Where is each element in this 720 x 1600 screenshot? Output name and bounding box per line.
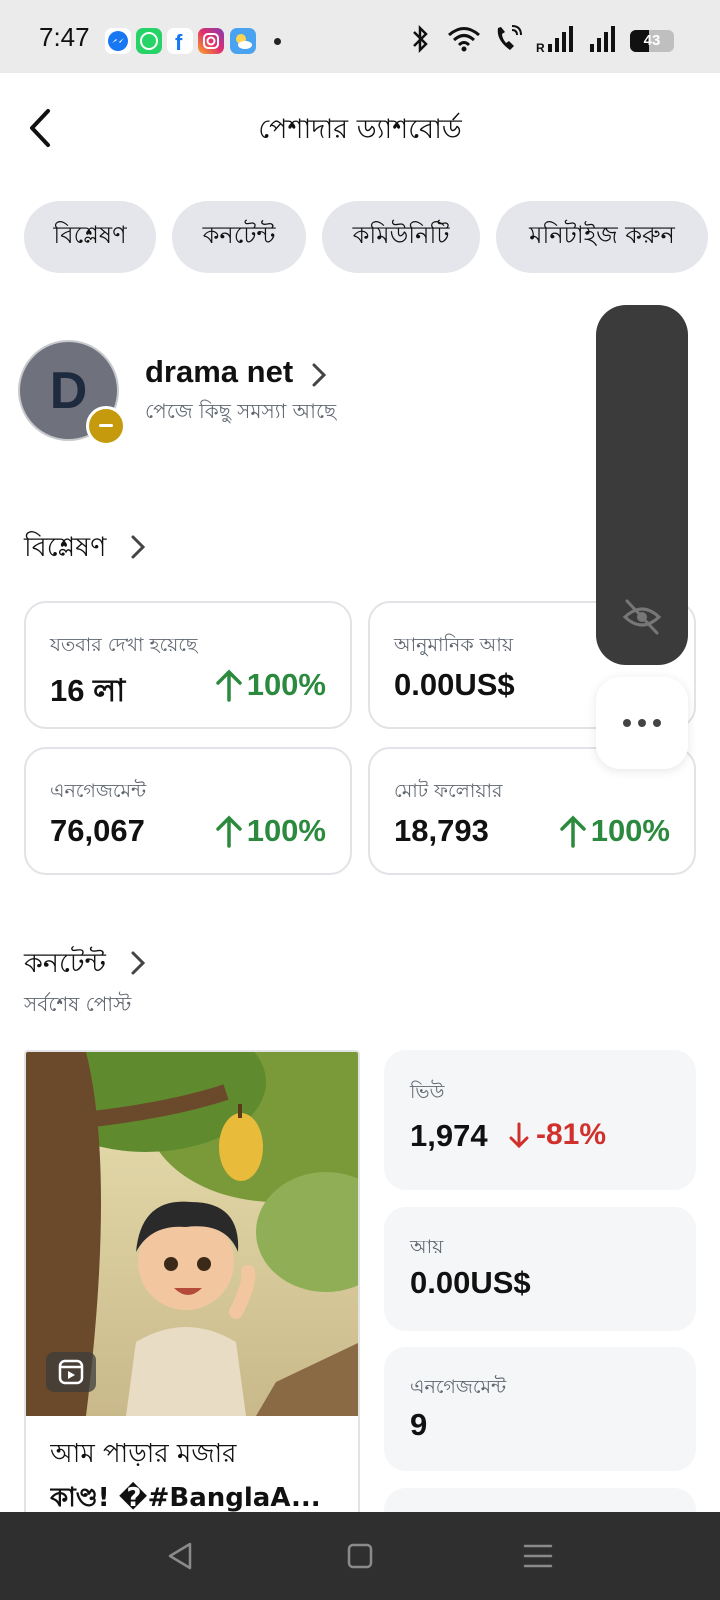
metric-value: 1,974 — [410, 1118, 488, 1153]
chevron-right-icon[interactable] — [128, 533, 148, 561]
stat-card-engagement[interactable]: এনগেজমেন্ট 76,067 100% — [24, 747, 352, 875]
latest-post-card[interactable]: আম পাড়ার মজার কাণ্ড! �#BanglaA... — [24, 1050, 360, 1550]
svg-text:f: f — [175, 30, 183, 54]
stat-value: 0.00US$ — [394, 667, 515, 702]
content-subtitle: সর্বশেষ পোস্ট — [24, 992, 132, 1016]
nav-back-icon[interactable] — [156, 1532, 204, 1580]
stat-label: মোট ফলোয়ার — [394, 780, 503, 802]
tab-monetize[interactable]: মনিটাইজ করুন — [496, 201, 708, 273]
facebook-icon: f — [167, 28, 193, 55]
svg-text:R: R — [536, 41, 545, 54]
weather-icon — [230, 28, 256, 54]
metric-value: 0.00US$ — [410, 1265, 531, 1300]
instagram-icon — [198, 28, 224, 54]
profile-name[interactable]: drama net — [145, 354, 293, 390]
metric-label: এনগেজমেন্ট — [410, 1376, 507, 1398]
stat-value: 76,067 — [50, 813, 145, 848]
wifi-call-icon — [497, 25, 522, 50]
dot — [653, 719, 661, 727]
battery-level: 43 — [643, 32, 661, 49]
metric-delta: -81% — [508, 1118, 606, 1152]
page-issue-badge — [86, 406, 126, 446]
stat-card-views[interactable]: যতবার দেখা হয়েছে 16 লা 100% — [24, 601, 352, 729]
metric-label: আয় — [410, 1236, 444, 1258]
system-nav-bar — [0, 1512, 720, 1600]
chevron-right-icon[interactable] — [308, 360, 330, 390]
analytics-section-title[interactable]: বিশ্লেষণ — [24, 527, 106, 572]
stat-delta: 100% — [559, 813, 670, 849]
floating-panel[interactable] — [596, 305, 688, 665]
bluetooth-icon — [413, 24, 428, 54]
content-section-title[interactable]: কনটেন্ট — [24, 943, 106, 988]
profile-status: পেজে কিছু সমস্যা আছে — [145, 399, 337, 423]
stat-label: এনগেজমেন্ট — [50, 780, 147, 802]
arrow-up-icon — [215, 669, 242, 702]
nav-home-icon[interactable] — [336, 1532, 384, 1580]
post-metric-next[interactable] — [384, 1488, 696, 1512]
arrow-up-icon — [215, 815, 242, 848]
stat-value: 16 লা — [50, 673, 126, 708]
tab-content[interactable]: কনটেন্ট — [172, 201, 306, 273]
post-metric-earnings[interactable]: আয় 0.00US$ — [384, 1207, 696, 1331]
wifi-icon — [448, 27, 480, 52]
stat-label: আনুমানিক আয় — [394, 634, 514, 656]
arrow-down-icon — [509, 1122, 529, 1149]
tab-analytics[interactable]: বিশ্লেষণ — [24, 201, 156, 273]
post-caption-line1: আম পাড়ার মজার — [50, 1439, 237, 1469]
status-time: 7:47 — [39, 22, 90, 52]
nav-recents-icon[interactable] — [514, 1532, 562, 1580]
messenger-icon — [105, 28, 131, 54]
notification-dot — [274, 38, 281, 45]
tab-community[interactable]: কমিউনিটি — [322, 201, 480, 273]
reels-icon — [46, 1352, 96, 1392]
dot — [638, 719, 646, 727]
metric-value: 9 — [410, 1407, 428, 1442]
stat-delta: 100% — [215, 813, 326, 849]
signal-icon: R — [536, 26, 615, 54]
chevron-right-icon[interactable] — [128, 949, 148, 977]
dot — [623, 719, 631, 727]
stat-label: যতবার দেখা হয়েছে — [50, 634, 198, 656]
status-bar: 7:47 f R 43 — [0, 0, 720, 73]
more-options-button[interactable] — [596, 677, 688, 769]
post-metric-engagement[interactable]: এনগেজমেন্ট 9 — [384, 1347, 696, 1471]
battery-icon: 43 — [630, 30, 674, 52]
arrow-up-icon — [559, 815, 586, 848]
post-thumbnail[interactable] — [26, 1052, 358, 1416]
whatsapp-icon — [136, 28, 162, 54]
stat-value: 18,793 — [394, 813, 489, 848]
page-title: পেশাদার ড্যাশবোর্ড — [258, 114, 462, 145]
metric-label: ভিউ — [410, 1081, 445, 1103]
post-caption: আম পাড়ার মজার কাণ্ড! �#BanglaA... — [50, 1432, 340, 1520]
hidden-eye-icon[interactable] — [619, 593, 665, 637]
avatar-initial: D — [49, 361, 88, 420]
stat-delta: 100% — [215, 667, 326, 703]
post-metric-views[interactable]: ভিউ 1,974 -81% — [384, 1050, 696, 1190]
tab-bar: বিশ্লেষণ কনটেন্ট কমিউনিটি মনিটাইজ করুন — [24, 201, 720, 273]
header: পেশাদার ড্যাশবোর্ড — [0, 73, 720, 183]
